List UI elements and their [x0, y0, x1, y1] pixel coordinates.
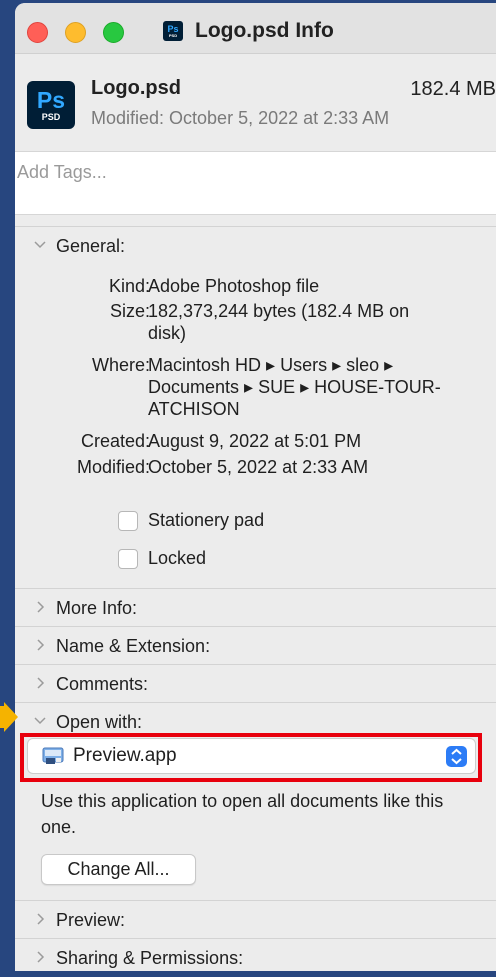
chevron-right-icon: [37, 951, 45, 963]
locked-label: Locked: [148, 548, 207, 568]
photoshop-file-icon: Ps PSD: [163, 21, 183, 41]
general-details: Kind: Adobe Photoshop file Size: 182,373…: [15, 275, 496, 477]
chevron-right-icon: [37, 677, 45, 689]
zoom-window-button[interactable]: [103, 22, 124, 43]
tags-field[interactable]: [15, 151, 496, 215]
close-window-button[interactable]: [27, 22, 48, 43]
comments-section-header[interactable]: Comments:: [15, 664, 496, 703]
change-all-button[interactable]: Change All...: [41, 854, 196, 885]
sharing-permissions-section-header[interactable]: Sharing & Permissions:: [15, 938, 496, 977]
created-value: August 9, 2022 at 5:01 PM: [148, 431, 362, 451]
stationery-pad-checkbox[interactable]: [118, 511, 138, 531]
stationery-pad-label: Stationery pad: [148, 510, 265, 530]
more-info-section-header[interactable]: More Info:: [15, 588, 496, 627]
chevron-right-icon: [37, 639, 45, 651]
where-value: Macintosh HD ▸ Users ▸ sleo ▸ Documents …: [148, 355, 441, 419]
created-key: Created:: [80, 431, 150, 451]
highlight-box: [20, 733, 482, 782]
title-group: Ps PSD Logo.psd Info: [163, 17, 334, 45]
chevron-right-icon: [37, 601, 45, 613]
locked-checkbox[interactable]: [118, 549, 138, 569]
window-title: Logo.psd Info: [195, 19, 334, 42]
kind-key: Kind:: [108, 276, 150, 296]
file-name: Logo.psd: [91, 77, 181, 99]
modified-key: Modified:: [76, 457, 150, 477]
photoshop-document-icon: Ps PSD: [27, 81, 75, 129]
where-key: Where:: [91, 355, 150, 375]
kind-value: Adobe Photoshop file: [148, 276, 320, 296]
callout-arrow-icon: [0, 702, 18, 732]
chevron-right-icon: [37, 913, 45, 925]
chevron-down-icon: [34, 717, 46, 725]
size-key: Size:: [109, 301, 150, 321]
general-section-header[interactable]: General:: [15, 226, 496, 265]
preview-section-header[interactable]: Preview:: [15, 900, 496, 939]
file-size: 182.4 MB: [410, 78, 496, 100]
modified-value: October 5, 2022 at 2:33 AM: [148, 457, 369, 477]
tags-input[interactable]: [15, 161, 479, 184]
name-extension-section-header[interactable]: Name & Extension:: [15, 626, 496, 665]
open-with-description: Use this application to open all documen…: [41, 791, 444, 837]
file-modified: Modified: October 5, 2022 at 2:33 AM: [91, 108, 390, 128]
size-value: 182,373,244 bytes (182.4 MB on disk): [148, 301, 410, 343]
chevron-down-icon: [34, 241, 46, 249]
minimize-window-button[interactable]: [65, 22, 86, 43]
title-bar: Ps PSD Logo.psd Info: [15, 3, 496, 54]
